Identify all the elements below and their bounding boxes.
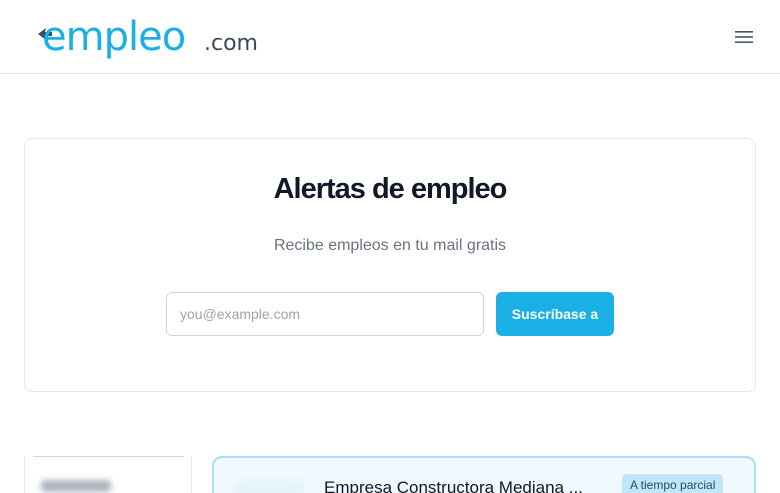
job-type-badge: A tiempo parcial: [622, 474, 724, 493]
site-header: empleo .com: [0, 0, 780, 74]
logo-graphic: empleo .com: [38, 14, 258, 60]
logo-main-text: empleo: [42, 14, 185, 60]
hamburger-menu-icon: [735, 31, 753, 43]
company-logo: [234, 480, 304, 493]
filter-placeholder: [41, 480, 111, 492]
empleo-logo[interactable]: empleo .com: [36, 14, 268, 60]
alert-title: Alertas de empleo: [273, 173, 508, 205]
subscribe-button[interactable]: Suscríbase a: [496, 292, 614, 336]
email-input[interactable]: [166, 292, 484, 336]
job-listing-card[interactable]: Empresa Constructora Mediana ... A tiemp…: [212, 456, 756, 493]
logo-suffix-text: .com: [204, 31, 258, 56]
job-alert-card: Alertas de empleo Recibe empleos en tu m…: [24, 138, 756, 392]
job-title[interactable]: Empresa Constructora Mediana ...: [324, 478, 616, 493]
filter-divider: [33, 456, 184, 457]
alert-subtitle: Recibe empleos en tu mail gratis: [273, 237, 507, 254]
hamburger-menu-button[interactable]: [726, 22, 762, 52]
filter-panel: [24, 456, 192, 493]
